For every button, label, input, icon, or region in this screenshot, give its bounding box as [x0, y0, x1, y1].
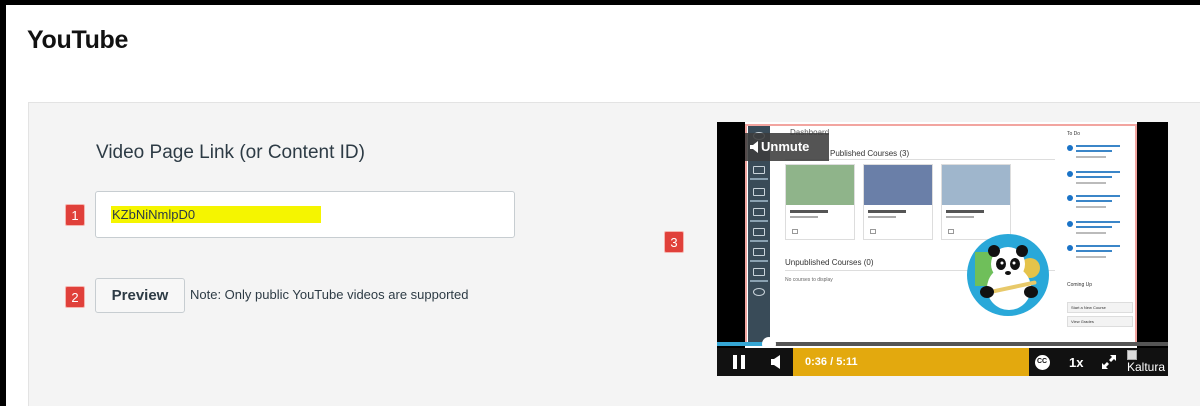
video-link-input[interactable]: KZbNiNmlpD0	[95, 191, 515, 238]
cc-label: CC	[1037, 358, 1048, 365]
todo-line	[1076, 171, 1120, 173]
todo-item	[1067, 144, 1127, 166]
course-card-title	[946, 210, 984, 213]
lms-coming-up-title: Coming Up	[1067, 282, 1093, 288]
video-link-label: Video Page Link (or Content ID)	[96, 142, 365, 163]
todo-line	[1076, 145, 1120, 147]
todo-line	[1076, 176, 1112, 178]
start-course-button: Start a New Course	[1067, 302, 1133, 313]
course-card-icon	[870, 229, 876, 234]
fullscreen-icon[interactable]	[1102, 355, 1116, 369]
todo-dot	[1067, 145, 1073, 151]
todo-line	[1076, 226, 1112, 228]
duration: / 5:11	[830, 356, 858, 368]
kaltura-logo[interactable]: Kaltura	[1127, 360, 1165, 374]
todo-line	[1076, 200, 1112, 202]
playback-speed-button[interactable]: 1x	[1069, 355, 1083, 370]
todo-line	[1076, 182, 1106, 184]
window-border-top	[0, 0, 1200, 5]
todo-item	[1067, 220, 1127, 242]
course-card	[785, 164, 855, 240]
todo-line	[1076, 156, 1106, 158]
page-title: YouTube	[27, 26, 129, 54]
todo-line	[1076, 250, 1112, 252]
window-border-left	[0, 0, 6, 406]
progress-bar[interactable]	[717, 342, 1168, 346]
todo-dot	[1067, 195, 1073, 201]
todo-item	[1067, 194, 1127, 216]
current-time: 0:36	[805, 356, 828, 368]
todo-line	[1076, 221, 1120, 223]
todo-item	[1067, 244, 1127, 266]
step-badge-3: 3	[664, 231, 684, 253]
time-display: 0:36 / 5:11	[805, 356, 858, 368]
support-note: Note: Only public YouTube videos are sup…	[190, 287, 469, 302]
todo-item	[1067, 170, 1127, 192]
todo-dot	[1067, 221, 1073, 227]
lms-todo-title: To Do	[1067, 131, 1081, 137]
video-link-value: KZbNiNmlpD0	[111, 206, 321, 223]
preview-button[interactable]: Preview	[95, 278, 185, 313]
todo-line	[1076, 206, 1106, 208]
lms-published-title: Published Courses (3)	[830, 149, 910, 158]
video-player[interactable]: Dashboard Published Courses (3) Unpublis…	[717, 122, 1168, 376]
course-card-subtitle	[868, 216, 896, 218]
course-card	[863, 164, 933, 240]
course-card-image	[864, 165, 932, 205]
todo-dot	[1067, 171, 1073, 177]
speaker-icon	[750, 141, 758, 153]
lms-unpublished-text: No courses to display	[785, 277, 833, 283]
view-grades-button: View Grades	[1067, 316, 1133, 327]
course-card-icon	[948, 229, 954, 234]
lms-unpublished-title: Unpublished Courses (0)	[785, 258, 874, 267]
course-card-image	[942, 165, 1010, 205]
todo-dot	[1067, 245, 1073, 251]
step-badge-2: 2	[65, 286, 85, 308]
course-card-image	[786, 165, 854, 205]
broken-image-icon	[1127, 350, 1137, 360]
unmute-label: Unmute	[761, 139, 810, 154]
course-card-title	[790, 210, 828, 213]
course-card-subtitle	[790, 216, 818, 218]
todo-line	[1076, 195, 1120, 197]
closed-captions-icon[interactable]: CC	[1035, 355, 1050, 370]
course-card-icon	[792, 229, 798, 234]
step-badge-1: 1	[65, 204, 85, 226]
volume-icon[interactable]	[771, 355, 781, 369]
panda-mascot-image	[967, 234, 1049, 316]
player-controls: 0:36 / 5:11 CC 1x Kaltura	[717, 348, 1168, 376]
pause-icon[interactable]	[733, 355, 745, 369]
course-card-subtitle	[946, 216, 974, 218]
todo-line	[1076, 232, 1106, 234]
todo-line	[1076, 256, 1106, 258]
course-card-title	[868, 210, 906, 213]
course-card	[941, 164, 1011, 240]
unmute-button[interactable]: Unmute	[745, 133, 829, 161]
todo-line	[1076, 245, 1120, 247]
todo-line	[1076, 150, 1112, 152]
